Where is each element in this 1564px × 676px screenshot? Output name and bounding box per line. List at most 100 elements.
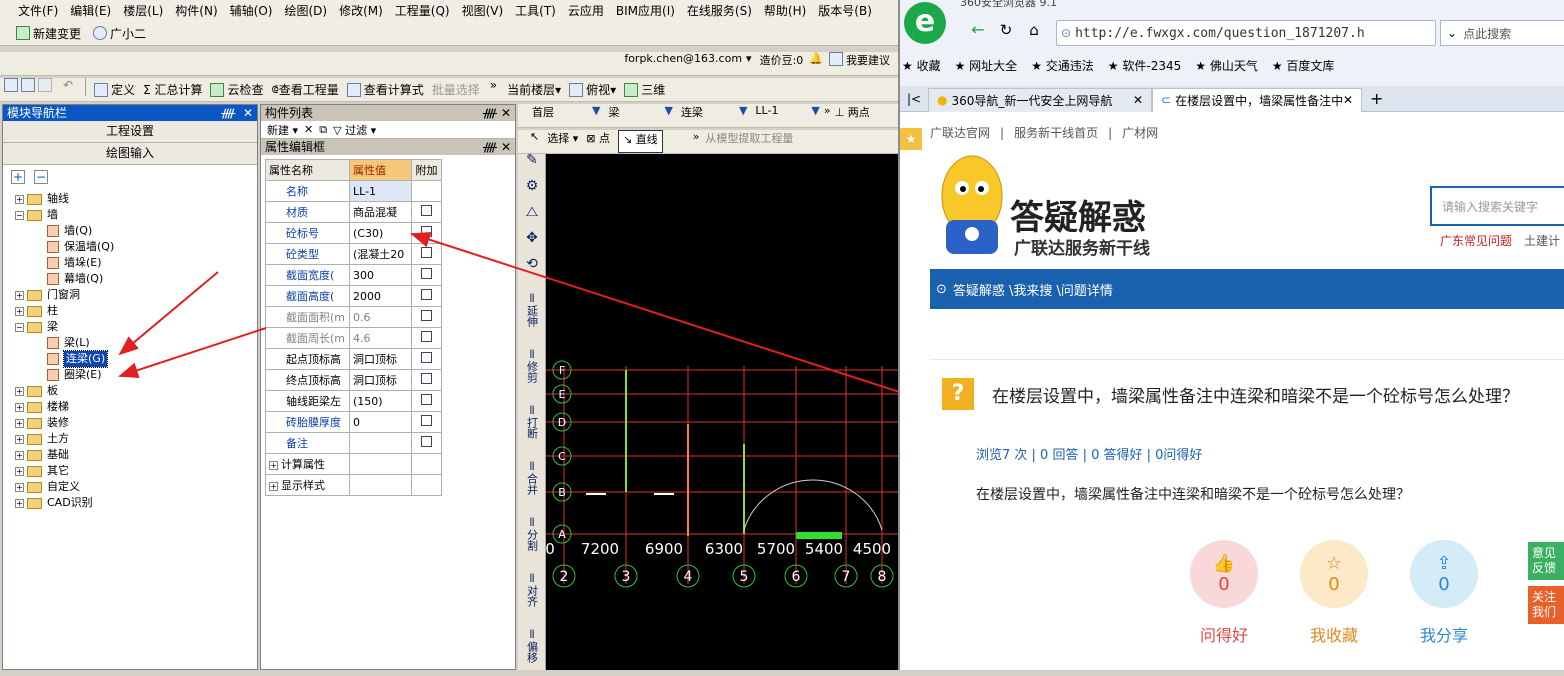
checkbox[interactable] [421, 394, 432, 405]
action-circle[interactable]: 👍 0 [1190, 540, 1258, 608]
save-icon[interactable] [38, 78, 52, 92]
expand-icon[interactable]: + [15, 498, 24, 508]
tree-item[interactable]: + CAD识别 [15, 495, 257, 511]
bookmark-item[interactable]: ★ 百度文库 [1272, 57, 1335, 74]
current-floor-dropdown[interactable]: 当前楼层 ▾ [503, 78, 565, 101]
view-quantity-button[interactable]: ⟃ 查看工程量 [268, 78, 343, 101]
checkbox[interactable] [421, 268, 432, 279]
property-value[interactable]: 2000 [349, 285, 412, 307]
expand-icon[interactable]: + [269, 482, 278, 491]
component-select[interactable]: LL-1 [755, 104, 811, 127]
property-row[interactable]: 名称 LL-1 [265, 180, 442, 202]
property-extra[interactable] [411, 285, 442, 307]
property-value[interactable]: 商品混凝 [349, 201, 412, 223]
chevron-down-icon[interactable]: ▼ [664, 104, 672, 127]
action-1[interactable]: ☆ 0 我收藏 [1300, 540, 1368, 646]
drawing-canvas[interactable]: F E D C B A 0 7200 6900 6300 5700 5400 4500 2 3 4 5 6 7 8 [545, 154, 898, 670]
link-material[interactable]: 广材网 [1122, 124, 1158, 141]
property-row[interactable]: 轴线距梁左 (150) [265, 390, 442, 412]
expand-icon[interactable]: + [15, 386, 24, 396]
menu-item-4[interactable]: 辅轴(O) [224, 1, 279, 21]
property-row[interactable]: + 计算属性 [265, 453, 442, 475]
top-view-button[interactable]: 俯视 ▾ [565, 78, 620, 101]
property-value[interactable] [349, 432, 412, 454]
tree-item[interactable]: 幕墙(Q) [15, 271, 257, 287]
tree-item[interactable]: 保温墙(Q) [15, 239, 257, 255]
property-value[interactable]: (混凝土20 [349, 243, 412, 265]
drawing-input-button[interactable]: 绘图输入 [3, 143, 257, 165]
property-value[interactable]: 洞口顶标 [349, 348, 412, 370]
link-tujian[interactable]: 土建计 [1524, 232, 1560, 249]
property-row[interactable]: 终点顶标高 洞口顶标 [265, 369, 442, 391]
tab-scroll-left-icon[interactable]: |< [900, 92, 928, 106]
tree-item[interactable]: − 墙 [15, 207, 257, 223]
extract-quantity-button[interactable]: 从模型提取工程量 [705, 130, 793, 153]
property-extra[interactable] [411, 411, 442, 433]
tree-item[interactable]: + 基础 [15, 447, 257, 463]
edit-tool-button[interactable]: ⫴ 合并 [518, 452, 546, 508]
property-row[interactable]: 砖胎膜厚度 0 [265, 411, 442, 433]
edit-tool-button[interactable]: ⫴ 偏移 [518, 620, 546, 676]
url-text[interactable]: http://e.fwxgx.com/question_1871207.h [1075, 26, 1365, 41]
tree-item[interactable]: 墙垛(E) [15, 255, 257, 271]
property-extra[interactable] [411, 264, 442, 286]
back-icon[interactable]: ← [964, 20, 992, 39]
property-extra[interactable] [411, 180, 442, 202]
edit-tool-icon[interactable]: ⚙ [518, 179, 546, 206]
property-row[interactable]: + 显示样式 [265, 474, 442, 496]
chevron-down-icon[interactable]: ▼ [811, 104, 819, 127]
link-glodon[interactable]: 广联达官网 [930, 124, 990, 141]
menu-item-10[interactable]: 云应用 [562, 1, 610, 21]
star-icon[interactable]: ★ [900, 128, 922, 150]
new-file-icon[interactable] [4, 78, 18, 92]
more-icon[interactable]: » [490, 78, 497, 101]
expand-icon[interactable]: + [15, 418, 24, 428]
menu-item-8[interactable]: 视图(V) [456, 1, 510, 21]
expand-icon[interactable]: + [15, 290, 24, 300]
menu-item-9[interactable]: 工具(T) [509, 1, 562, 21]
property-extra[interactable] [411, 474, 442, 496]
expand-icon[interactable]: + [15, 434, 24, 444]
tree-item[interactable]: 圈梁(E) [15, 367, 257, 383]
copy-icon[interactable]: ⧉ [319, 123, 327, 137]
define-button[interactable]: 定义 [90, 78, 139, 101]
action-0[interactable]: 👍 0 问得好 [1190, 540, 1258, 646]
side-button[interactable]: 意见反馈 [1528, 542, 1564, 580]
pin-icon[interactable]: ᚎ [483, 106, 497, 120]
select-button[interactable]: 选择 ▾ [547, 130, 578, 153]
tree-item[interactable]: 梁(L) [15, 335, 257, 351]
chevron-down-icon[interactable]: ⌄ [1447, 26, 1457, 40]
property-row[interactable]: 备注 [265, 432, 442, 454]
bell-icon[interactable]: 🔔 [809, 52, 823, 75]
tree-item[interactable]: − 梁 [15, 319, 257, 335]
bookmark-item[interactable]: ★ 交通违法 [1031, 57, 1094, 74]
tree-item[interactable]: + 楼梯 [15, 399, 257, 415]
site-search-input[interactable]: 请输入搜索关键字 [1430, 186, 1564, 226]
bookmark-item[interactable]: ★ 佛山天气 [1195, 57, 1258, 74]
undo-icon[interactable]: ↶ [63, 78, 73, 101]
more-icon[interactable]: » [693, 130, 700, 153]
guangxiaoer-button[interactable]: 广小二 [110, 25, 146, 42]
property-extra[interactable] [411, 432, 442, 454]
collapse-icon[interactable]: − [15, 322, 24, 332]
summary-calc-button[interactable]: Σ 汇总计算 [139, 78, 206, 101]
menu-item-12[interactable]: 在线服务(S) [681, 1, 758, 21]
property-value[interactable] [349, 474, 412, 496]
pin-icon[interactable]: ᚎ [221, 106, 235, 120]
expand-icon[interactable]: + [15, 194, 24, 204]
link-service[interactable]: 服务新干线首页 [1014, 124, 1098, 141]
edit-tool-button[interactable]: ⫴ 延伸 [518, 284, 546, 340]
edit-tool-icon[interactable]: ⧍ [518, 205, 546, 232]
new-component-button[interactable]: 新建 ▾ [267, 122, 298, 138]
floor-select[interactable]: 首层 [532, 104, 592, 127]
tree-item[interactable]: + 土方 [15, 431, 257, 447]
home-icon[interactable]: ⌂ [1020, 21, 1048, 39]
point-button[interactable]: ⊠ 点 [586, 130, 610, 153]
menu-item-2[interactable]: 楼层(L) [117, 1, 169, 21]
new-tab-icon[interactable]: + [1370, 89, 1383, 108]
chevron-down-icon[interactable]: ▾ [746, 52, 752, 75]
property-extra[interactable] [411, 306, 442, 328]
checkbox[interactable] [421, 436, 432, 447]
close-icon[interactable]: ✕ [501, 140, 511, 154]
new-change-button[interactable]: 新建变更 [33, 25, 81, 42]
